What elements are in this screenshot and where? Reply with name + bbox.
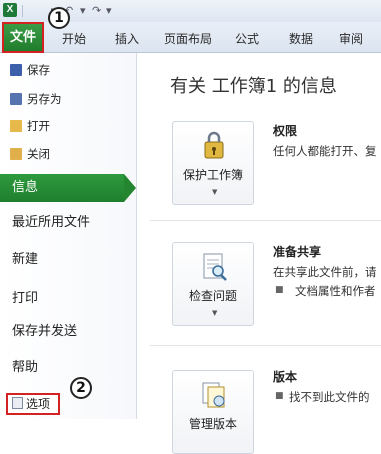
versions-title: 版本	[273, 370, 298, 384]
nav-save-label: 保存	[27, 63, 50, 77]
page-title: 有关 工作簿1 的信息	[170, 76, 337, 97]
permissions-title: 权限	[273, 124, 298, 138]
prepare-share-text: 在共享此文件前，请	[273, 265, 377, 279]
nav-open[interactable]: 打开	[10, 116, 50, 136]
step-callout-1: 1	[48, 7, 70, 29]
nav-close-label: 关闭	[27, 147, 50, 161]
nav-open-label: 打开	[27, 119, 50, 133]
customize-qat-icon[interactable]: ▾	[106, 4, 112, 18]
section-divider	[150, 345, 381, 346]
protect-workbook-button[interactable]: 保护工作簿 ▼	[172, 121, 254, 205]
redo-icon[interactable]: ↷	[92, 4, 101, 18]
nav-selected-arrow	[124, 174, 136, 202]
nav-help[interactable]: 帮助	[12, 357, 38, 379]
chevron-down-icon: ▼	[212, 309, 218, 317]
excel-app-icon[interactable]: X	[3, 3, 17, 17]
dropdown-icon[interactable]: ▾	[80, 4, 86, 18]
inspect-document-icon	[203, 253, 227, 281]
nav-options-label: 选项	[26, 397, 51, 411]
open-folder-icon	[10, 120, 22, 132]
manage-versions-button[interactable]: 管理版本	[172, 370, 254, 454]
info-panel	[137, 53, 381, 419]
tab-insert[interactable]: 插入	[115, 30, 139, 48]
nav-close[interactable]: 关闭	[10, 144, 50, 164]
section-divider	[150, 220, 381, 221]
title-separator	[22, 5, 23, 17]
tab-review[interactable]: 审阅	[339, 30, 363, 48]
close-folder-icon	[10, 148, 22, 160]
check-issues-button[interactable]: 检查问题 ▼	[172, 242, 254, 326]
manage-versions-label: 管理版本	[188, 417, 237, 431]
permissions-text: 任何人都能打开、复	[273, 144, 377, 158]
tab-data[interactable]: 数据	[289, 30, 313, 48]
options-icon	[12, 397, 23, 409]
tab-formulas[interactable]: 公式	[235, 30, 259, 48]
save-icon	[10, 64, 22, 76]
document-properties-text: 文档属性和作者	[295, 284, 376, 298]
prepare-share-title: 准备共享	[273, 245, 322, 259]
save-as-icon	[10, 93, 22, 105]
nav-info[interactable]: 信息	[0, 174, 124, 202]
protect-workbook-label: 保护工作簿	[182, 168, 243, 182]
step-callout-2: 2	[70, 377, 92, 399]
nav-recent[interactable]: 最近所用文件	[12, 212, 90, 234]
versions-text: 找不到此文件的	[289, 390, 370, 404]
nav-new[interactable]: 新建	[12, 249, 38, 271]
file-tab[interactable]: 文件	[2, 22, 44, 53]
tab-page-layout[interactable]: 页面布局	[164, 30, 212, 48]
nav-print[interactable]: 打印	[12, 288, 38, 310]
bullet-icon: ■	[275, 391, 284, 401]
lock-key-icon	[204, 131, 224, 159]
nav-save-send[interactable]: 保存并发送	[12, 321, 77, 343]
nav-options[interactable]: 选项	[6, 393, 60, 415]
bullet-icon: ■	[275, 285, 284, 295]
tab-home[interactable]: 开始	[62, 30, 86, 48]
nav-save[interactable]: 保存	[10, 60, 50, 80]
check-issues-label: 检查问题	[188, 289, 237, 303]
nav-save-as-label: 另存为	[27, 92, 62, 106]
versions-icon	[202, 382, 225, 408]
nav-save-as[interactable]: 另存为	[10, 89, 62, 109]
chevron-down-icon: ▼	[212, 188, 218, 196]
